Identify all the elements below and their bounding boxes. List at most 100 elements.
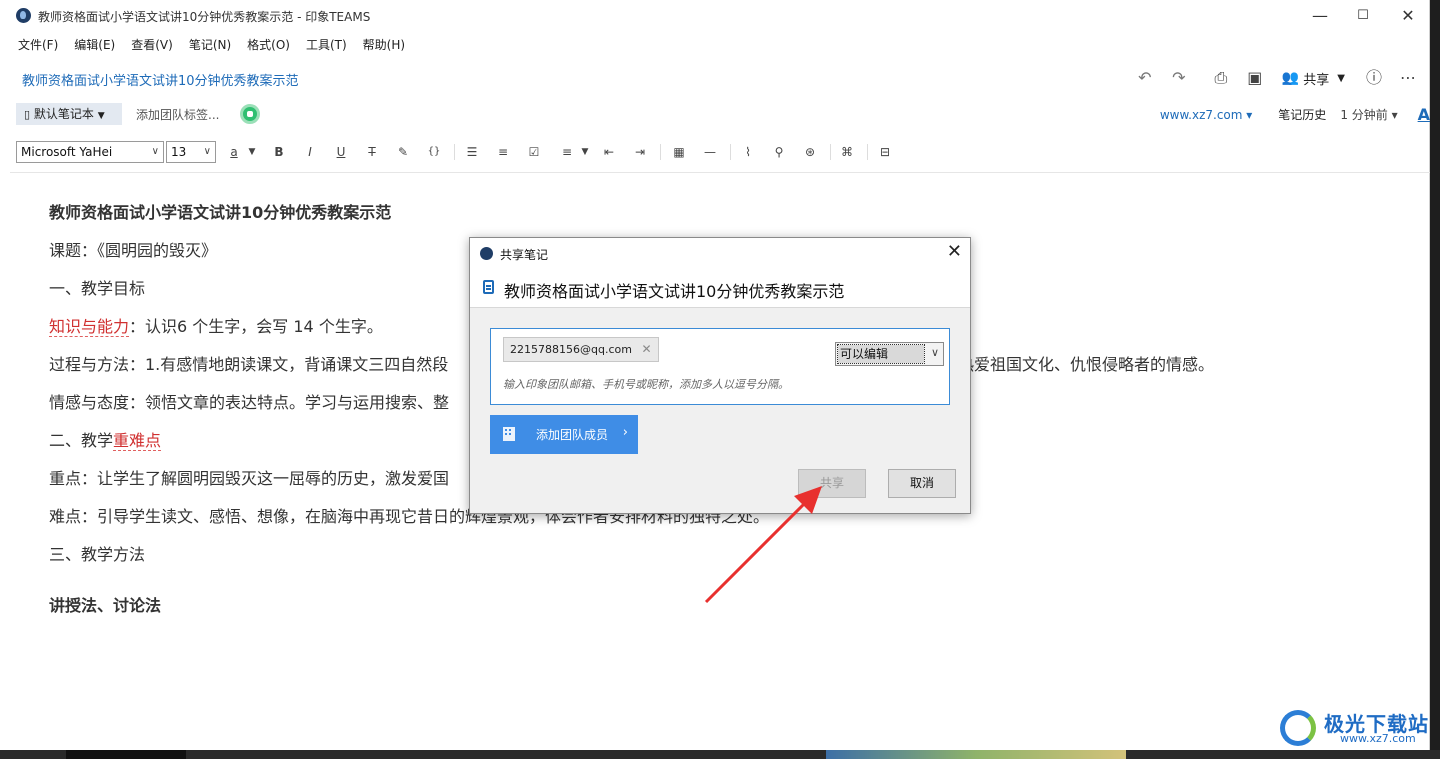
- chevron-down-icon[interactable]: ▼: [242, 143, 262, 161]
- present-icon[interactable]: ▣: [1244, 67, 1266, 89]
- dialog-title: 共享笔记: [500, 248, 549, 262]
- maximize-button[interactable]: ☐: [1343, 4, 1383, 28]
- menu-file[interactable]: 文件(F): [18, 36, 58, 56]
- toolbar-divider: [867, 144, 868, 160]
- doc-section-key-highlight: 重难点: [113, 431, 162, 451]
- notebook-selector[interactable]: ▯ 默认笔记本 ▼: [16, 103, 122, 125]
- chevron-down-icon: ∨: [151, 146, 159, 157]
- note-title[interactable]: 教师资格面试小学语文试讲10分钟优秀教案示范: [22, 70, 299, 89]
- toolbar-divider: [830, 144, 831, 160]
- notebook-row: ▯ 默认笔记本 ▼ 添加团队标签... www.xz7.com ▾ 笔记历史 1…: [14, 102, 1430, 126]
- note-history-button[interactable]: 笔记历史: [1278, 106, 1326, 123]
- note-icon: [483, 280, 494, 294]
- chevron-down-icon: ∨: [203, 146, 211, 157]
- recipient-hint: 输入印象团队邮箱、手机号或昵称，添加多人以逗号分隔。: [503, 378, 789, 391]
- doc-heading: 教师资格面试小学语文试讲10分钟优秀教案示范: [49, 203, 392, 222]
- font-size-select[interactable]: 13 ∨: [166, 141, 216, 163]
- share-dialog: 共享笔记 ✕ 教师资格面试小学语文试讲10分钟优秀教案示范 2215788156…: [469, 237, 971, 514]
- share-button[interactable]: 共享: [798, 469, 866, 498]
- add-team-member-button[interactable]: 添加团队成员 ›: [490, 415, 638, 454]
- share-label: 共享: [1303, 72, 1330, 88]
- text-style-icon[interactable]: A: [1418, 105, 1430, 124]
- toolbar-divider: [730, 144, 731, 160]
- menu-note[interactable]: 笔记(N): [189, 36, 231, 56]
- dialog-close-button[interactable]: ✕: [947, 242, 962, 262]
- minimize-button[interactable]: —: [1300, 4, 1340, 28]
- font-family-value: Microsoft YaHei: [21, 145, 113, 159]
- notebook-name: 默认笔记本: [33, 107, 94, 121]
- bold-icon[interactable]: B: [269, 143, 289, 161]
- doc-section-goals: 一、教学目标: [49, 279, 146, 298]
- doc-topic: 课题：《圆明园的毁灭》: [49, 241, 218, 260]
- menu-edit[interactable]: 编辑(E): [74, 36, 115, 56]
- app-logo-icon: [480, 247, 493, 260]
- undo-icon[interactable]: ↶: [1134, 67, 1156, 89]
- menu-view[interactable]: 查看(V): [131, 36, 173, 56]
- menu-help[interactable]: 帮助(H): [363, 36, 405, 56]
- source-link[interactable]: www.xz7.com ▾: [1160, 108, 1252, 122]
- notebook-icon: ▯: [24, 108, 31, 121]
- numbered-list-icon[interactable]: ≡: [493, 143, 513, 161]
- attachment-icon[interactable]: ⌇: [738, 143, 758, 161]
- close-button[interactable]: ✕: [1388, 4, 1428, 28]
- recipient-email: 2215788156@qq.com: [510, 343, 632, 356]
- reminder-badge-icon[interactable]: [240, 104, 260, 124]
- menu-tools[interactable]: 工具(T): [306, 36, 347, 56]
- encrypt-icon[interactable]: ⊛: [800, 143, 820, 161]
- desktop-background-right: [1430, 0, 1440, 759]
- location-icon[interactable]: ⚲: [769, 143, 789, 161]
- clear-format-icon[interactable]: ⊟: [875, 143, 895, 161]
- strikethrough-icon[interactable]: T: [362, 143, 382, 161]
- code-icon[interactable]: {}: [424, 143, 444, 161]
- watermark-logo-icon: [1280, 710, 1316, 746]
- command-icon[interactable]: ⌘: [837, 143, 857, 161]
- dialog-note-title: 教师资格面试小学语文试讲10分钟优秀教案示范: [504, 282, 845, 301]
- format-toolbar: Microsoft YaHei ∨ 13 ∨ a ▼ B I U T ✎ {} …: [14, 140, 1430, 166]
- italic-icon[interactable]: I: [300, 143, 320, 161]
- chevron-down-icon: ∨: [930, 346, 939, 359]
- people-icon: 👥: [1281, 70, 1300, 86]
- print-icon[interactable]: ⎙: [1210, 67, 1232, 89]
- chevron-down-icon[interactable]: ▼: [575, 143, 595, 161]
- share-menu-button[interactable]: 👥 共享 ▼: [1282, 69, 1345, 88]
- horizontal-rule-icon[interactable]: —: [700, 143, 720, 161]
- chevron-down-icon: ▼: [1337, 72, 1345, 84]
- building-icon: [503, 427, 515, 441]
- doc-goal-knowledge: 知识与能力：认识6 个生字，会写 14 个生字。: [49, 317, 383, 337]
- outdent-icon[interactable]: ⇤: [599, 143, 619, 161]
- table-icon[interactable]: ▦: [669, 143, 689, 161]
- cancel-button[interactable]: 取消: [888, 469, 956, 498]
- window-title: 教师资格面试小学语文试讲10分钟优秀教案示范 - 印象TEAMS: [38, 10, 371, 24]
- highlighter-icon[interactable]: ✎: [393, 143, 413, 161]
- info-icon[interactable]: ⓘ: [1363, 67, 1385, 89]
- menu-format[interactable]: 格式(O): [247, 36, 290, 56]
- font-size-value: 13: [171, 145, 187, 159]
- toolbar-divider: [660, 144, 661, 160]
- recipient-input[interactable]: 2215788156@qq.com ✕ 可以编辑 ∨ 输入印象团队邮箱、手机号或…: [490, 328, 950, 405]
- doc-key-point: 重点：让学生了解圆明园毁灭这一屈辱的历史，激发爱国: [49, 469, 450, 488]
- bullet-list-icon[interactable]: ☰: [462, 143, 482, 161]
- doc-section-key: 二、教学重难点: [49, 431, 162, 451]
- watermark: 极光下载站 www.xz7.com: [1280, 704, 1430, 750]
- modified-time[interactable]: 1 分钟前 ▾: [1340, 106, 1397, 123]
- doc-goal-knowledge-label: 知识与能力: [49, 317, 130, 337]
- remove-recipient-icon[interactable]: ✕: [641, 342, 651, 356]
- permission-select[interactable]: 可以编辑 ∨: [835, 342, 944, 366]
- checkbox-icon[interactable]: ☑: [524, 143, 544, 161]
- redo-icon[interactable]: ↷: [1168, 67, 1190, 89]
- doc-method: 讲授法、讨论法: [49, 596, 162, 615]
- font-color-icon[interactable]: a: [224, 143, 244, 161]
- doc-goal-process: 过程与方法：1.有感情地朗读课文，背诵课文三四自然段: [49, 355, 449, 374]
- underline-icon[interactable]: U: [331, 143, 351, 161]
- add-team-member-label: 添加团队成员: [536, 428, 609, 442]
- title-bar: 教师资格面试小学语文试讲10分钟优秀教案示范 - 印象TEAMS — ☐ ✕: [0, 0, 1430, 32]
- note-meta: www.xz7.com ▾ 笔记历史 1 分钟前 ▾ A: [1160, 105, 1430, 124]
- indent-icon[interactable]: ⇥: [630, 143, 650, 161]
- font-family-select[interactable]: Microsoft YaHei ∨: [16, 141, 164, 163]
- align-icon[interactable]: ≡: [557, 143, 577, 161]
- more-icon[interactable]: ⋯: [1397, 67, 1419, 89]
- toolbar-divider: [454, 144, 455, 160]
- recipient-chip[interactable]: 2215788156@qq.com ✕: [503, 337, 659, 362]
- chevron-right-icon: ›: [622, 425, 628, 440]
- add-tag-field[interactable]: 添加团队标签...: [136, 106, 219, 123]
